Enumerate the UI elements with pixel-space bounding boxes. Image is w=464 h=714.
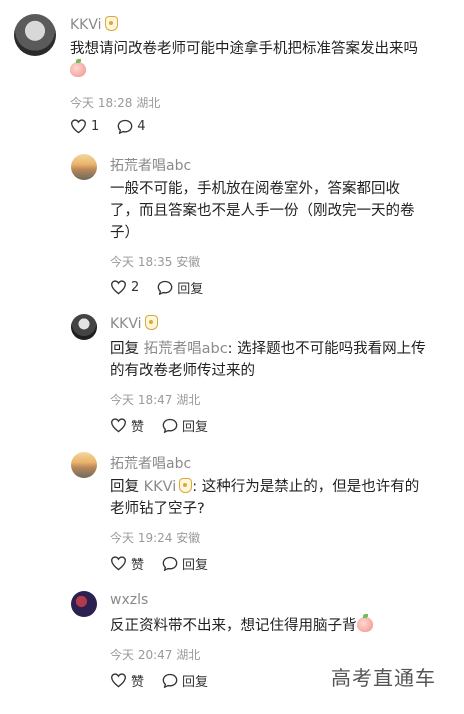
chat-bubble-icon bbox=[162, 556, 178, 571]
username[interactable]: wxzls bbox=[110, 592, 148, 608]
like-button[interactable]: 赞 bbox=[110, 554, 144, 573]
avatar[interactable] bbox=[71, 452, 97, 478]
comment-actions: 1 4 bbox=[70, 119, 164, 134]
like-button[interactable]: 赞 bbox=[110, 416, 144, 435]
reply-count-button[interactable]: 4 bbox=[117, 119, 146, 134]
reply-button[interactable]: 回复 bbox=[162, 554, 208, 573]
reply-text: 一般不可能，手机放在阅卷室外，答案都回收 了，而且答案也不是人手一份（刚改完一天的… bbox=[110, 181, 415, 241]
reply-text: 回复 KKVi: 这种行为是禁止的，但是也许有的 老师钻了空子? bbox=[110, 478, 420, 517]
watermark: 高考直通车 bbox=[331, 666, 436, 690]
avatar[interactable] bbox=[14, 14, 56, 56]
reply-actions: 赞 回复 bbox=[110, 554, 226, 573]
heart-icon bbox=[110, 280, 127, 295]
avatar[interactable] bbox=[71, 591, 97, 617]
chat-bubble-icon bbox=[157, 280, 173, 295]
chat-bubble-icon bbox=[162, 673, 178, 688]
reply-button[interactable]: 回复 bbox=[162, 671, 208, 690]
reply-text: 回复 拓荒者唱abc: 选择题也不可能吗我看网上传 的有改卷老师传过来的 bbox=[110, 341, 426, 379]
mention-link[interactable]: KKVi bbox=[144, 478, 193, 495]
mention-link[interactable]: 拓荒者唱abc bbox=[144, 341, 228, 357]
peach-emoji-icon bbox=[70, 59, 86, 77]
medal-icon bbox=[179, 478, 193, 493]
reply-actions: 赞 回复 bbox=[110, 416, 226, 435]
chat-bubble-icon bbox=[162, 418, 178, 433]
medal-icon bbox=[104, 16, 118, 31]
reply-meta: 今天 18:47 湖北 bbox=[110, 393, 201, 407]
peach-emoji-icon bbox=[356, 614, 373, 632]
comment-meta: 今天 18:28 湖北 bbox=[70, 96, 161, 110]
comment-text: 我想请问改卷老师可能中途拿手机把标准答案发出来吗 bbox=[70, 38, 450, 82]
heart-icon bbox=[110, 673, 127, 688]
username[interactable]: KKVi bbox=[110, 315, 158, 332]
username[interactable]: KKVi bbox=[70, 16, 118, 33]
like-button[interactable]: 赞 bbox=[110, 671, 144, 690]
username[interactable]: 拓荒者唱abc bbox=[110, 453, 191, 473]
reply-button[interactable]: 回复 bbox=[162, 416, 208, 435]
reply-meta: 今天 20:47 湖北 bbox=[110, 648, 201, 662]
avatar[interactable] bbox=[71, 154, 97, 180]
reply-meta: 今天 19:24 安徽 bbox=[110, 531, 201, 545]
heart-icon bbox=[110, 418, 127, 433]
reply-meta: 今天 18:35 安徽 bbox=[110, 255, 201, 269]
username[interactable]: 拓荒者唱abc bbox=[110, 155, 191, 175]
reply-button[interactable]: 回复 bbox=[157, 278, 203, 297]
reply-text: 反正资料带不出来，想记住得用脑子背 bbox=[110, 614, 455, 637]
heart-icon bbox=[110, 556, 127, 571]
heart-icon bbox=[70, 119, 87, 134]
reply-actions: 2 回复 bbox=[110, 278, 221, 297]
like-button[interactable]: 1 bbox=[70, 119, 99, 134]
medal-icon bbox=[144, 315, 158, 330]
like-button[interactable]: 2 bbox=[110, 280, 139, 295]
reply-actions: 赞 回复 bbox=[110, 671, 226, 690]
chat-bubble-icon bbox=[117, 119, 133, 134]
avatar[interactable] bbox=[71, 314, 97, 340]
